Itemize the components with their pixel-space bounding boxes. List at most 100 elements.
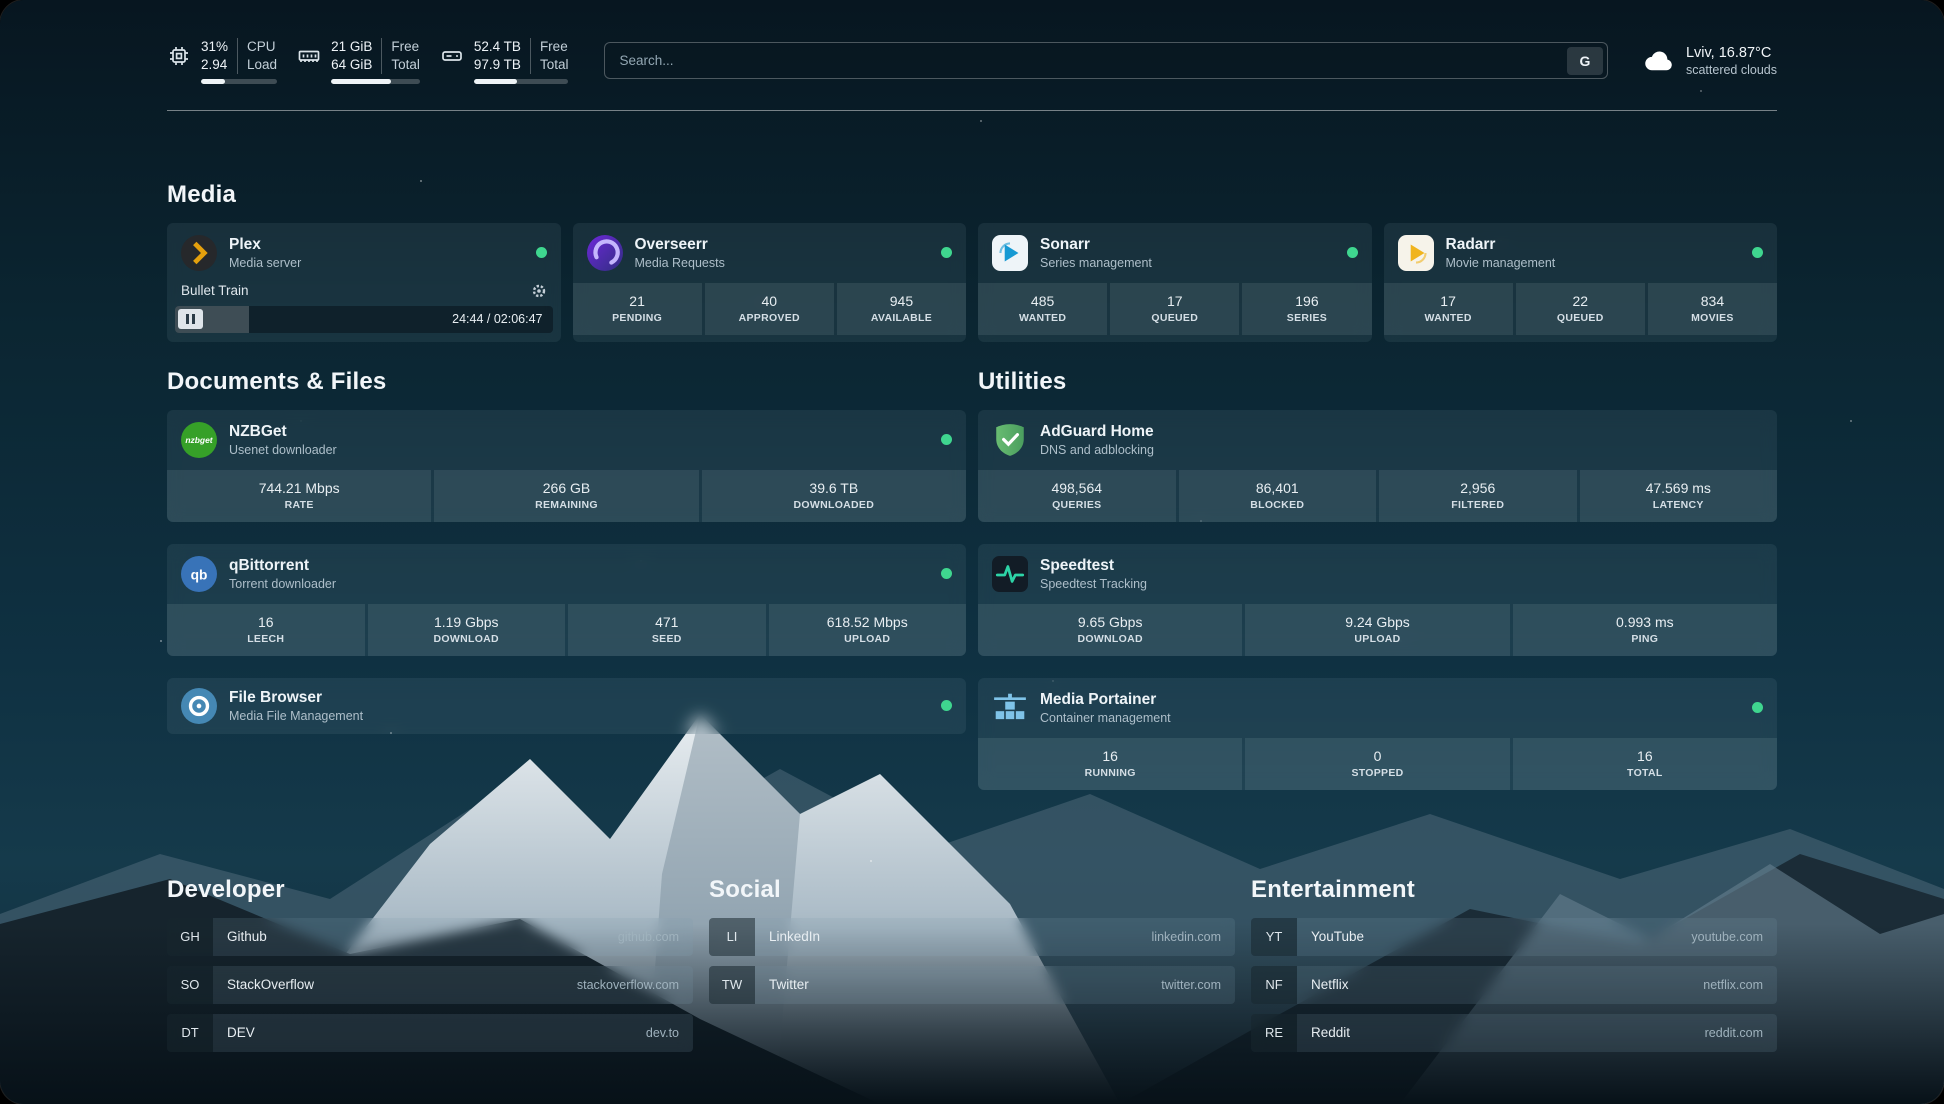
stat-box: 86,401 BLOCKED <box>1179 470 1377 522</box>
stat-label: WANTED <box>982 312 1103 324</box>
service-description: Usenet downloader <box>229 443 337 457</box>
stat-value: 47.569 ms <box>1584 480 1774 496</box>
dashboard-screen: 31% 2.94 CPU Load <box>0 0 1944 1104</box>
bookmark-stackoverflow[interactable]: SO StackOverflow stackoverflow.com <box>167 966 693 1004</box>
bookmark-name: LinkedIn <box>769 929 820 944</box>
service-card-adguard[interactable]: AdGuard Home DNS and adblocking 498,564 … <box>978 410 1777 522</box>
stat-label: LEECH <box>171 633 361 645</box>
bookmark-url: dev.to <box>646 1026 679 1040</box>
stat-box: 266 GB REMAINING <box>434 470 698 522</box>
stat-value: 22 <box>1520 293 1641 309</box>
stat-box: 0.993 ms PING <box>1513 604 1777 656</box>
pause-icon[interactable] <box>178 309 203 329</box>
stat-label: DOWNLOAD <box>372 633 562 645</box>
bookmark-name: DEV <box>227 1025 255 1040</box>
stat-box: 485 WANTED <box>978 283 1107 335</box>
service-description: DNS and adblocking <box>1040 443 1154 457</box>
section-utilities: Utilities AdGuard Home <box>978 368 1777 812</box>
bookmark-reddit[interactable]: RE Reddit reddit.com <box>1251 1014 1777 1052</box>
service-card-portainer[interactable]: Media Portainer Container management 16 … <box>978 678 1777 790</box>
search-bar[interactable]: G <box>604 42 1608 79</box>
service-description: Series management <box>1040 256 1152 270</box>
service-card-qbittorrent[interactable]: qb qBittorrent Torrent downloader 16 LEE… <box>167 544 966 656</box>
nzbget-icon: nzbget <box>181 422 217 458</box>
service-card-nzbget[interactable]: nzbget NZBGet Usenet downloader 744.21 M… <box>167 410 966 522</box>
memory-total-label: Total <box>391 56 420 74</box>
service-card-sonarr[interactable]: Sonarr Series management 485 WANTED 17 Q… <box>978 223 1372 342</box>
stat-box: 16 LEECH <box>167 604 365 656</box>
bookmark-twitter[interactable]: TW Twitter twitter.com <box>709 966 1235 1004</box>
memory-widget: 21 GiB 64 GiB Free Total <box>297 38 420 84</box>
stat-box: 17 QUEUED <box>1110 283 1239 335</box>
section-title-media: Media <box>167 181 1777 209</box>
stat-label: BLOCKED <box>1183 499 1373 511</box>
filebrowser-icon <box>181 688 217 724</box>
memory-free-value: 21 GiB <box>331 38 372 56</box>
stat-label: TOTAL <box>1517 767 1773 779</box>
bookmark-netflix[interactable]: NF Netflix netflix.com <box>1251 966 1777 1004</box>
stat-label: STOPPED <box>1249 767 1505 779</box>
bookmark-name: Netflix <box>1311 977 1349 992</box>
disk-progress-bar <box>474 79 569 84</box>
radarr-icon <box>1398 235 1434 271</box>
stat-box: 9.24 Gbps UPLOAD <box>1245 604 1509 656</box>
stat-label: UPLOAD <box>773 633 963 645</box>
stat-box: 498,564 QUERIES <box>978 470 1176 522</box>
stat-label: AVAILABLE <box>841 312 962 324</box>
stat-value: 86,401 <box>1183 480 1373 496</box>
service-title: Speedtest <box>1040 557 1147 575</box>
service-card-speedtest[interactable]: Speedtest Speedtest Tracking 9.65 Gbps D… <box>978 544 1777 656</box>
bookmark-dev[interactable]: DT DEV dev.to <box>167 1014 693 1052</box>
service-description: Media File Management <box>229 709 363 723</box>
bookmark-abbr: NF <box>1251 966 1297 1004</box>
bookmark-name: Twitter <box>769 977 809 992</box>
search-input[interactable] <box>609 53 1567 68</box>
stat-label: PENDING <box>577 312 698 324</box>
bookmark-url: twitter.com <box>1161 978 1221 992</box>
bookmark-url: linkedin.com <box>1152 930 1221 944</box>
cpu-progress-bar <box>201 79 277 84</box>
bookmark-url: stackoverflow.com <box>577 978 679 992</box>
bookmark-url: reddit.com <box>1705 1026 1763 1040</box>
search-provider-button[interactable]: G <box>1567 47 1603 75</box>
bookmark-abbr: DT <box>167 1014 213 1052</box>
memory-free-label: Free <box>391 38 420 56</box>
stat-label: RUNNING <box>982 767 1238 779</box>
service-card-filebrowser[interactable]: File Browser Media File Management <box>167 678 966 734</box>
service-card-radarr[interactable]: Radarr Movie management 17 WANTED 22 QUE… <box>1384 223 1778 342</box>
snow-flakes <box>0 0 2 2</box>
weather-widget: Lviv, 16.87°C scattered clouds <box>1642 44 1777 78</box>
service-description: Media server <box>229 256 301 270</box>
topbar-divider <box>167 110 1777 111</box>
service-description: Movie management <box>1446 256 1556 270</box>
stat-label: RATE <box>171 499 427 511</box>
stat-value: 9.65 Gbps <box>982 614 1238 630</box>
qbittorrent-icon: qb <box>181 556 217 592</box>
bookmark-youtube[interactable]: YT YouTube youtube.com <box>1251 918 1777 956</box>
weather-location: Lviv, 16.87°C <box>1686 45 1777 61</box>
stat-box: 16 RUNNING <box>978 738 1242 790</box>
settings-gear-icon[interactable] <box>531 283 547 299</box>
disk-free-value: 52.4 TB <box>474 38 521 56</box>
status-dot <box>941 568 952 579</box>
stat-label: QUEUED <box>1520 312 1641 324</box>
bookmark-abbr: TW <box>709 966 755 1004</box>
service-title: Plex <box>229 236 301 254</box>
speedtest-icon <box>992 556 1028 592</box>
playback-progress-bar[interactable]: 24:44 / 02:06:47 <box>175 306 553 333</box>
bookmark-name: Reddit <box>1311 1025 1350 1040</box>
stat-value: 1.19 Gbps <box>372 614 562 630</box>
status-dot <box>941 700 952 711</box>
bookmark-github[interactable]: GH Github github.com <box>167 918 693 956</box>
service-title: File Browser <box>229 689 363 707</box>
stat-box: 17 WANTED <box>1384 283 1513 335</box>
plex-icon <box>181 235 217 271</box>
cpu-usage-value: 31% <box>201 38 228 56</box>
bookmark-url: youtube.com <box>1691 930 1763 944</box>
bookmark-linkedin[interactable]: LI LinkedIn linkedin.com <box>709 918 1235 956</box>
status-dot <box>1752 247 1763 258</box>
service-description: Torrent downloader <box>229 577 336 591</box>
service-card-overseerr[interactable]: Overseerr Media Requests 21 PENDING 40 A… <box>573 223 967 342</box>
service-card-plex[interactable]: Plex Media server Bullet Train <box>167 223 561 342</box>
stat-value: 40 <box>709 293 830 309</box>
